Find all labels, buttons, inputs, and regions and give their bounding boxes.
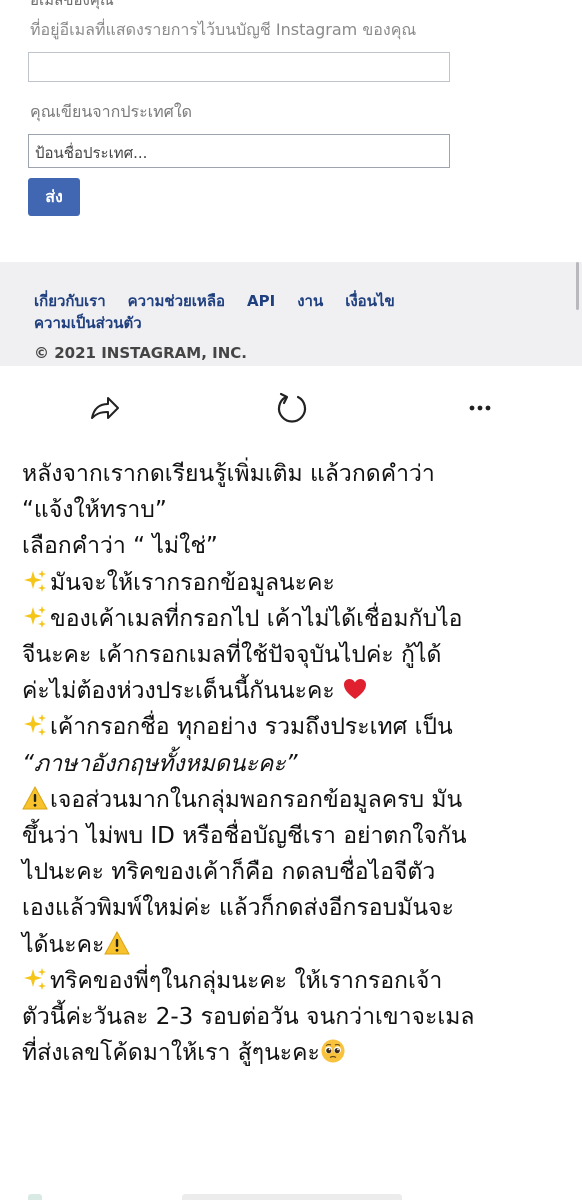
- post-line: จีนะคะ เค้ากรอกเมลที่ใช้ปัจจุบันไปค่ะ กู…: [22, 642, 442, 669]
- post-line-text: ที่ส่งเลขโค้ดมาให้เรา สู้ๆนะคะ: [22, 1040, 320, 1067]
- pleading-face-emoji-icon: [320, 1038, 346, 1064]
- post-line: ของเค้าเมลที่กรอกไป เค้าไม่ได้เชื่อมกับไ…: [22, 601, 570, 637]
- post-line: ที่ส่งเลขโค้ดมาให้เรา สู้ๆนะคะ: [22, 1035, 570, 1071]
- warning-emoji-icon: [22, 785, 48, 811]
- country-label: คุณเขียนจากประเทศใด: [30, 102, 193, 121]
- refresh-button[interactable]: [272, 388, 312, 428]
- post-line: ค่ะไม่ต้องห่วงประเด็นนี้กันนะคะ: [22, 673, 570, 709]
- sparkles-emoji-icon: [22, 966, 48, 992]
- post-line: ทริคของพี่ๆในกลุ่มนะคะ ให้เรากรอกเจ้า: [22, 963, 570, 999]
- post-line: ขึ้นว่า ไม่พบ ID หรือชื่อบัญชีเรา อย่าตก…: [22, 823, 467, 850]
- footer-link-jobs[interactable]: งาน: [297, 292, 323, 310]
- post-text: หลังจากเรากดเรียนรู้เพิ่มเติม แล้วกดคำว่…: [22, 456, 570, 1071]
- email-field[interactable]: [28, 52, 450, 82]
- refresh-icon: [277, 392, 307, 423]
- red-heart-emoji-icon: [342, 676, 368, 702]
- more-icon: [469, 405, 491, 411]
- sparkles-emoji-icon: [22, 712, 48, 738]
- post-line-text: มันจะให้เรากรอกข้อมูลนะคะ: [50, 569, 335, 596]
- post-line: “แจ้งให้ทราบ”: [22, 497, 167, 524]
- warning-emoji-icon: [104, 930, 131, 956]
- post-line: เลือกคำว่า “ ไม่ใช่”: [22, 533, 218, 560]
- share-icon: [91, 397, 119, 419]
- post-line: เจอส่วนมากในกลุ่มพอกรอกข้อมูลครบ มัน: [22, 782, 570, 818]
- footer-link-about[interactable]: เกี่ยวกับเรา: [34, 292, 106, 310]
- send-button[interactable]: ส่ง: [28, 178, 80, 216]
- post-line: ไปนะคะ ทริคของเค้าก็คือ กดลบชื่อไอจีตัว: [22, 859, 436, 886]
- post-line-text: ค่ะไม่ต้องห่วงประเด็นนี้กันนะคะ: [22, 678, 335, 705]
- post-line-text: ได้นะคะ: [22, 931, 105, 958]
- country-input[interactable]: ป้อนชื่อประเทศ...: [28, 134, 450, 168]
- footer-link-help[interactable]: ความช่วยเหลือ: [128, 292, 225, 310]
- email-label: อีเมลของคุณ: [30, 0, 114, 9]
- bottom-partial-element: [28, 1194, 42, 1200]
- post-line: เองแล้วพิมพ์ใหม่ค่ะ แล้วก็กดส่งอีกรอบมัน…: [22, 895, 454, 922]
- post-line: หลังจากเรากดเรียนรู้เพิ่มเติม แล้วกดคำว่…: [22, 461, 435, 487]
- footer-link-terms[interactable]: เงื่อนไข: [345, 292, 395, 310]
- footer-link-api[interactable]: API: [247, 292, 275, 310]
- post-line: “ภาษาอังกฤษทั้งหมดนะคะ”: [22, 750, 298, 777]
- browser-action-bar: [0, 366, 582, 450]
- post-line-text: ทริคของพี่ๆในกลุ่มนะคะ ให้เรากรอกเจ้า: [50, 967, 443, 994]
- footer-link-privacy[interactable]: ความเป็นส่วนตัว: [34, 314, 142, 332]
- post-line: ตัวนี้ค่ะวันละ 2-3 รอบต่อวัน จนกว่าเขาจะ…: [22, 1004, 475, 1031]
- sparkles-emoji-icon: [22, 604, 48, 630]
- more-button[interactable]: [460, 388, 500, 428]
- post-line: เค้ากรอกชื่อ ทุกอย่าง รวมถึงประเทศ เป็น: [22, 709, 570, 745]
- post-line: มันจะให้เรากรอกข้อมูลนะคะ: [22, 565, 570, 601]
- share-button[interactable]: [84, 388, 124, 428]
- post-line-text: เค้ากรอกชื่อ ทุกอย่าง รวมถึงประเทศ เป็น: [50, 714, 453, 741]
- bottom-partial-element: [182, 1194, 402, 1200]
- post-line-text: ของเค้าเมลที่กรอกไป เค้าไม่ได้เชื่อมกับไ…: [50, 605, 463, 632]
- report-form: อีเมลของคุณ ที่อยู่อีเมลที่แสดงรายการไว้…: [0, 0, 582, 262]
- copyright-text: © 2021 INSTAGRAM, INC.: [34, 344, 247, 362]
- email-description: ที่อยู่อีเมลที่แสดงรายการไว้บนบัญชี Inst…: [30, 20, 417, 39]
- footer-links: เกี่ยวกับเรา ความช่วยเหลือ API งาน เงื่อนไขค…: [34, 290, 464, 334]
- post-line: ได้นะคะ: [22, 927, 570, 963]
- sparkles-emoji-icon: [22, 568, 48, 594]
- scrollbar-thumb[interactable]: [576, 262, 579, 310]
- post-line-text: เจอส่วนมากในกลุ่มพอกรอกข้อมูลครบ มัน: [50, 786, 463, 813]
- instagram-footer: เกี่ยวกับเรา ความช่วยเหลือ API งาน เงื่อนไขค…: [0, 262, 582, 366]
